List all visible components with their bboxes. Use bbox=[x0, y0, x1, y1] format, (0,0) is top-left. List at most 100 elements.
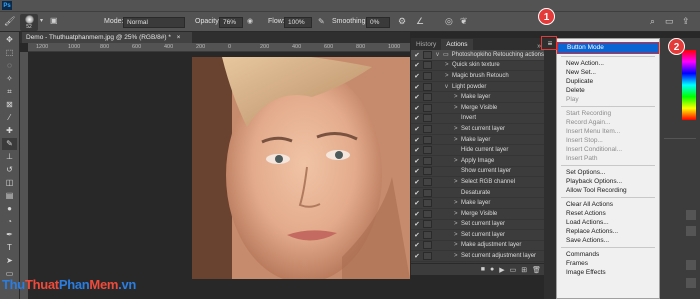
menu-item-clear-all-actions[interactable]: Clear All Actions bbox=[557, 200, 659, 209]
action-row[interactable]: ✔ v Light powder bbox=[411, 82, 544, 93]
chevron-right-icon[interactable]: > bbox=[454, 158, 461, 164]
symmetry-icon[interactable]: ❦ bbox=[460, 16, 468, 27]
chevron-right-icon[interactable]: > bbox=[454, 253, 461, 259]
dialog-toggle[interactable] bbox=[423, 241, 432, 250]
chevron-right-icon[interactable]: > bbox=[454, 94, 461, 100]
dialog-toggle[interactable] bbox=[423, 114, 432, 123]
check-icon[interactable]: ✔ bbox=[411, 189, 423, 197]
brush-preset-picker[interactable]: 52 bbox=[20, 14, 38, 31]
action-row[interactable]: ✔ > Quick skin texture bbox=[411, 61, 544, 72]
action-row[interactable]: ✔ > Make layer bbox=[411, 92, 544, 103]
check-icon[interactable]: ✔ bbox=[411, 167, 423, 175]
menu-item-frames[interactable]: Frames bbox=[557, 259, 659, 268]
check-icon[interactable]: ✔ bbox=[411, 51, 423, 59]
record-icon[interactable]: ● bbox=[490, 266, 494, 273]
action-row[interactable]: ✔ Hide current layer bbox=[411, 145, 544, 156]
chevron-down-icon[interactable]: v bbox=[445, 84, 452, 90]
play-icon[interactable]: ▶ bbox=[499, 266, 504, 274]
check-icon[interactable]: ✔ bbox=[411, 146, 423, 154]
check-icon[interactable]: ✔ bbox=[411, 83, 423, 91]
eyedropper-tool-icon[interactable]: ⁄ bbox=[2, 112, 17, 124]
dialog-toggle[interactable] bbox=[423, 199, 432, 208]
pressure-size-icon[interactable]: ◎ bbox=[445, 16, 453, 27]
chevron-right-icon[interactable]: > bbox=[454, 232, 461, 238]
brush-settings-icon[interactable]: ▣ bbox=[50, 16, 58, 25]
chevron-right-icon[interactable]: > bbox=[454, 242, 461, 248]
dialog-toggle[interactable] bbox=[423, 103, 432, 112]
airbrush-icon[interactable]: ✎ bbox=[318, 17, 325, 26]
share-icon[interactable]: ⇪ bbox=[682, 16, 690, 27]
dialog-toggle[interactable] bbox=[423, 61, 432, 70]
menu-item-button-mode[interactable]: Button Mode bbox=[557, 42, 659, 54]
dialog-toggle[interactable] bbox=[423, 124, 432, 133]
dialog-toggle[interactable] bbox=[423, 230, 432, 239]
quick-select-tool-icon[interactable]: ✧ bbox=[2, 73, 17, 85]
angle-icon[interactable]: ∠ bbox=[416, 16, 424, 27]
mode-select[interactable]: Normal bbox=[123, 17, 185, 28]
check-icon[interactable]: ✔ bbox=[411, 125, 423, 133]
chevron-right-icon[interactable]: > bbox=[454, 211, 461, 217]
brush-tool-icon[interactable]: ✎ bbox=[2, 138, 17, 150]
menu-item-set-options[interactable]: Set Options... bbox=[557, 168, 659, 177]
dialog-toggle[interactable] bbox=[423, 156, 432, 165]
dialog-toggle[interactable] bbox=[423, 220, 432, 229]
action-row[interactable]: ✔ > Set current layer bbox=[411, 124, 544, 135]
action-set-row[interactable]: ✔ v ▭ Photoshopkiho Retouching actions bbox=[411, 50, 544, 61]
smoothing-field[interactable]: 0% bbox=[366, 17, 390, 28]
check-icon[interactable]: ✔ bbox=[411, 231, 423, 239]
swatch[interactable] bbox=[686, 226, 696, 236]
close-icon[interactable]: × bbox=[177, 34, 181, 41]
flow-field[interactable]: 100% bbox=[284, 17, 312, 28]
trash-icon[interactable]: 🗑 bbox=[532, 266, 541, 274]
chevron-right-icon[interactable]: > bbox=[445, 62, 452, 68]
tab-history[interactable]: History bbox=[411, 39, 441, 50]
check-icon[interactable]: ✔ bbox=[411, 104, 423, 112]
menu-item-playback-options[interactable]: Playback Options... bbox=[557, 177, 659, 186]
swatch[interactable] bbox=[686, 278, 696, 288]
check-icon[interactable]: ✔ bbox=[411, 220, 423, 228]
crop-tool-icon[interactable]: ⌗ bbox=[2, 86, 17, 98]
chevron-down-icon[interactable]: v bbox=[436, 52, 443, 58]
eraser-tool-icon[interactable]: ◫ bbox=[2, 177, 17, 189]
action-row[interactable]: ✔ > Make layer bbox=[411, 198, 544, 209]
menu-item-commands[interactable]: Commands bbox=[557, 250, 659, 259]
stamp-tool-icon[interactable]: ⊥ bbox=[2, 151, 17, 163]
action-row[interactable]: ✔ Invert bbox=[411, 114, 544, 125]
brush-tool-icon[interactable]: 🖌 bbox=[4, 16, 15, 27]
dialog-toggle[interactable] bbox=[423, 188, 432, 197]
dialog-toggle[interactable] bbox=[423, 135, 432, 144]
marquee-tool-icon[interactable]: ⬚ bbox=[2, 47, 17, 59]
menu-item-replace-actions[interactable]: Replace Actions... bbox=[557, 227, 659, 236]
dialog-toggle[interactable] bbox=[423, 209, 432, 218]
new-action-icon[interactable]: ⊞ bbox=[521, 266, 527, 274]
menu-item-save-actions[interactable]: Save Actions... bbox=[557, 236, 659, 245]
dialog-toggle[interactable] bbox=[422, 50, 432, 59]
type-tool-icon[interactable]: T bbox=[2, 242, 17, 254]
chevron-down-icon[interactable]: ▾ bbox=[40, 17, 43, 24]
check-icon[interactable]: ✔ bbox=[411, 72, 423, 80]
blur-tool-icon[interactable]: ● bbox=[2, 203, 17, 215]
action-row[interactable]: ✔ Desaturate bbox=[411, 188, 544, 199]
stop-icon[interactable]: ■ bbox=[481, 266, 485, 273]
check-icon[interactable]: ✔ bbox=[411, 61, 423, 69]
search-icon[interactable]: ⌕ bbox=[650, 16, 655, 27]
check-icon[interactable]: ✔ bbox=[411, 157, 423, 165]
check-icon[interactable]: ✔ bbox=[411, 199, 423, 207]
menu-item-image-effects[interactable]: Image Effects bbox=[557, 268, 659, 277]
lasso-tool-icon[interactable]: ◌ bbox=[2, 60, 17, 72]
opacity-field[interactable]: 76% bbox=[219, 17, 243, 28]
check-icon[interactable]: ✔ bbox=[411, 136, 423, 144]
action-row[interactable]: ✔ > Set current layer bbox=[411, 230, 544, 241]
action-row[interactable]: ✔ Show current layer bbox=[411, 167, 544, 178]
workspace-icon[interactable]: ▭ bbox=[665, 16, 674, 27]
smoothing-options-icon[interactable]: ⚙ bbox=[398, 16, 406, 27]
chevron-right-icon[interactable]: > bbox=[454, 137, 461, 143]
dialog-toggle[interactable] bbox=[423, 146, 432, 155]
move-tool-icon[interactable]: ✥ bbox=[2, 34, 17, 46]
dodge-tool-icon[interactable]: ◔ bbox=[2, 216, 17, 228]
dialog-toggle[interactable] bbox=[423, 93, 432, 102]
menu-item-duplicate[interactable]: Duplicate bbox=[557, 77, 659, 86]
action-row[interactable]: ✔ > Make layer bbox=[411, 135, 544, 146]
path-select-tool-icon[interactable]: ➤ bbox=[2, 255, 17, 267]
tab-actions[interactable]: Actions bbox=[441, 39, 473, 50]
